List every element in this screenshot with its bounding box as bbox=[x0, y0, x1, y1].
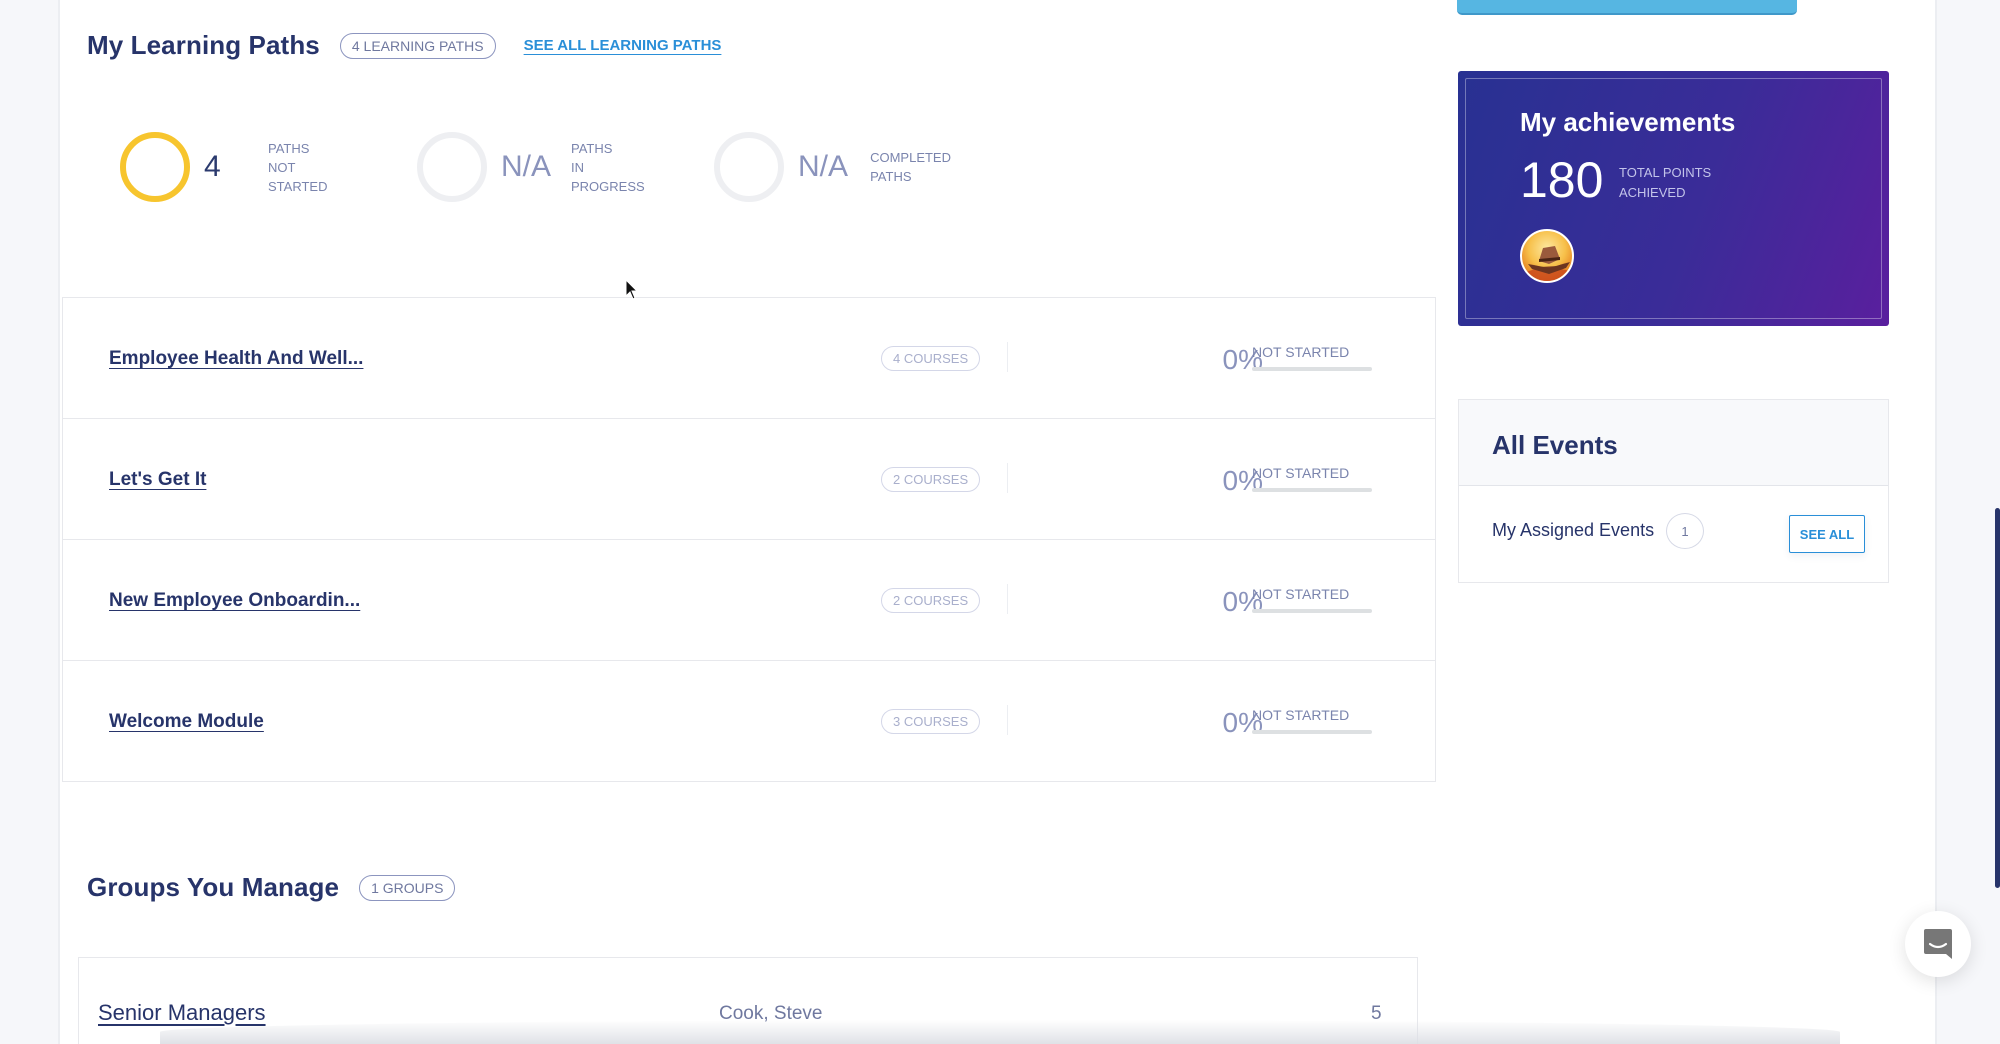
total-points-label: Total Points Achieved bbox=[1619, 163, 1711, 203]
stat-completed: N/A Completed Paths bbox=[714, 132, 951, 202]
achievements-title: My achievements bbox=[1520, 107, 1736, 137]
status-text: Not Started bbox=[1252, 586, 1350, 602]
progress-percent: 0% bbox=[1222, 586, 1263, 617]
courses-count-pill: 2 Courses bbox=[881, 467, 981, 492]
progress-percent: 0% bbox=[1222, 707, 1263, 738]
events-header: All Events bbox=[1459, 400, 1888, 486]
courses-count-pill: 2 Courses bbox=[881, 588, 981, 613]
stat-label-line: Paths bbox=[870, 169, 912, 184]
groups-count-pill: 1 Groups bbox=[359, 874, 456, 901]
assigned-events-count: 1 bbox=[1666, 513, 1704, 549]
left-gutter bbox=[0, 0, 60, 1044]
stat-label-line: Completed bbox=[870, 150, 951, 165]
chat-launcher-button[interactable] bbox=[1905, 911, 1971, 977]
progress-ring bbox=[714, 132, 784, 202]
status-text: Not Started bbox=[1252, 465, 1350, 481]
divider bbox=[1007, 342, 1008, 372]
chat-icon bbox=[1924, 929, 1952, 959]
scrollbar-thumb[interactable] bbox=[1995, 508, 2000, 888]
stat-label-line: In Progress bbox=[570, 159, 645, 194]
status: Not Started bbox=[1252, 586, 1372, 613]
progress-ring bbox=[120, 132, 190, 202]
right-gutter bbox=[1935, 0, 2000, 1044]
stat-value: 4 bbox=[204, 150, 221, 183]
learning-path-row: Employee Health And Well... 4 Courses 0%… bbox=[63, 298, 1435, 419]
see-all-learning-paths-link[interactable]: See All Learning Paths bbox=[524, 37, 722, 54]
divider bbox=[1007, 705, 1008, 735]
progress-bar bbox=[1252, 488, 1372, 492]
stat-label-line: Not Started bbox=[268, 159, 328, 194]
points-label-line: Total Points bbox=[1619, 165, 1712, 180]
learning-paths-title: My Learning Paths bbox=[87, 30, 320, 60]
stat-value: N/A bbox=[501, 150, 552, 183]
groups-header: Groups You Manage 1 Groups bbox=[87, 872, 456, 903]
learning-path-link[interactable]: Welcome Module bbox=[109, 711, 264, 733]
status: Not Started bbox=[1252, 707, 1372, 734]
progress-percent: 0% bbox=[1222, 344, 1263, 375]
learning-paths-count-pill: 4 Learning Paths bbox=[339, 32, 496, 59]
mouse-cursor-icon bbox=[625, 279, 639, 300]
events-title: All Events bbox=[1492, 430, 1618, 460]
learning-path-link[interactable]: New Employee Onboardin... bbox=[109, 590, 360, 612]
progress-percent: 0% bbox=[1222, 465, 1263, 496]
stat-label: Completed Paths bbox=[870, 148, 951, 186]
total-points: 180 bbox=[1520, 152, 1604, 208]
assigned-events-label: My Assigned Events bbox=[1492, 520, 1655, 540]
courses-count-pill: 4 Courses bbox=[881, 346, 981, 371]
stat-label: Paths In Progress bbox=[571, 139, 654, 196]
learning-path-link[interactable]: Employee Health And Well... bbox=[109, 348, 363, 370]
learning-paths-list: Employee Health And Well... 4 Courses 0%… bbox=[62, 297, 1436, 782]
status: Not Started bbox=[1252, 465, 1372, 492]
progress-bar bbox=[1252, 367, 1372, 371]
divider bbox=[1007, 463, 1008, 493]
learning-path-row: Let's Get It 2 Courses 0% Not Started bbox=[63, 419, 1435, 540]
points-label-line: Achieved bbox=[1619, 185, 1686, 200]
status-text: Not Started bbox=[1252, 707, 1350, 723]
stat-label-line: Paths bbox=[268, 140, 310, 156]
learning-path-stats: 4 Paths Not Started N/A Paths In Progres… bbox=[120, 132, 1011, 202]
stat-label: Paths Not Started bbox=[268, 139, 357, 196]
groups-title: Groups You Manage bbox=[87, 872, 340, 902]
status-text: Not Started bbox=[1252, 344, 1350, 360]
progress-bar bbox=[1252, 609, 1372, 613]
achievements-card: My achievements 180 Total Points Achieve… bbox=[1458, 71, 1889, 326]
learning-path-link[interactable]: Let's Get It bbox=[109, 469, 206, 491]
learning-paths-header: My Learning Paths 4 Learning Paths See A… bbox=[87, 30, 721, 61]
stat-in-progress: N/A Paths In Progress bbox=[417, 132, 654, 202]
stat-not-started: 4 Paths Not Started bbox=[120, 132, 357, 202]
page: My Learning Paths 4 Learning Paths See A… bbox=[0, 0, 1935, 1044]
group-link[interactable]: Senior Managers bbox=[98, 1000, 266, 1026]
progress-ring bbox=[417, 132, 487, 202]
top-action-button[interactable] bbox=[1457, 0, 1797, 15]
progress-bar bbox=[1252, 730, 1372, 734]
learning-path-row: New Employee Onboardin... 2 Courses 0% N… bbox=[63, 540, 1435, 661]
bottom-shadow bbox=[160, 1020, 1840, 1044]
courses-count-pill: 3 Courses bbox=[881, 709, 981, 734]
events-card: All Events My Assigned Events 1 SEE ALL bbox=[1458, 399, 1889, 583]
learning-path-row: Welcome Module 3 Courses 0% Not Started bbox=[63, 661, 1435, 782]
assigned-events-row: My Assigned Events 1 SEE ALL bbox=[1459, 486, 1888, 582]
divider bbox=[1007, 584, 1008, 614]
status: Not Started bbox=[1252, 344, 1372, 371]
see-all-events-button[interactable]: SEE ALL bbox=[1789, 515, 1865, 553]
hat-badge-icon[interactable] bbox=[1520, 229, 1574, 283]
stat-label-line: Paths bbox=[570, 140, 613, 156]
stat-value: N/A bbox=[798, 150, 849, 183]
